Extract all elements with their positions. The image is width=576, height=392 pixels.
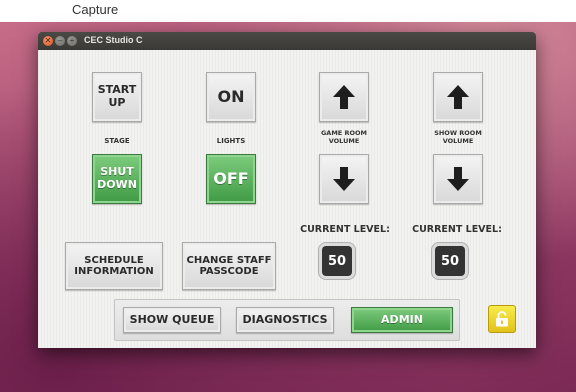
stage-label: STAGE: [104, 137, 130, 145]
arrow-down-icon: [447, 167, 469, 191]
maximize-icon: +: [69, 36, 75, 45]
arrow-up-icon: [333, 85, 355, 109]
lock-button[interactable]: [488, 305, 516, 333]
minimize-icon: –: [57, 36, 63, 45]
maximize-window-button[interactable]: +: [67, 36, 77, 46]
diagnostics-button[interactable]: DIAGNOSTICS: [236, 307, 334, 333]
close-window-button[interactable]: ✕: [43, 36, 53, 46]
arrow-down-icon: [333, 167, 355, 191]
lights-on-button[interactable]: ON: [206, 72, 256, 122]
show-room-current-level-label: CURRENT LEVEL:: [412, 224, 502, 235]
show-room-volume-label: SHOW ROOM VOLUME: [434, 129, 482, 145]
show-room-current-level-value: 50: [435, 246, 465, 276]
show-room-volume-up-button[interactable]: [433, 72, 483, 122]
show-room-volume-down-button[interactable]: [433, 154, 483, 204]
show-queue-button[interactable]: SHOW QUEUE: [123, 307, 221, 333]
top-strip-label: Capture: [72, 2, 119, 17]
game-room-volume-label: GAME ROOM VOLUME: [320, 129, 368, 145]
lights-label: LIGHTS: [216, 137, 246, 145]
navigation-panel: SHOW QUEUE DIAGNOSTICS ADMIN: [114, 299, 460, 341]
lights-off-button[interactable]: OFF: [206, 154, 256, 204]
arrow-up-icon: [447, 85, 469, 109]
stage-start-up-button[interactable]: START UP: [92, 72, 142, 122]
admin-button[interactable]: ADMIN: [351, 307, 453, 333]
control-panel: START UP STAGE SHUT DOWN ON LIGHTS OFF G…: [38, 50, 536, 348]
schedule-information-button[interactable]: SCHEDULE INFORMATION: [65, 242, 163, 290]
app-window: ✕ – + CEC Studio C START UP STAGE SHUT D…: [38, 32, 536, 348]
change-staff-passcode-button[interactable]: CHANGE STAFF PASSCODE: [182, 242, 276, 290]
close-icon: ✕: [44, 36, 52, 45]
game-room-volume-down-button[interactable]: [319, 154, 369, 204]
game-room-volume-up-button[interactable]: [319, 72, 369, 122]
unlocked-padlock-icon: [496, 311, 508, 327]
game-room-current-level-label: CURRENT LEVEL:: [300, 224, 390, 235]
top-strip: Capture: [0, 0, 576, 22]
game-room-current-level-value: 50: [322, 246, 352, 276]
title-bar: ✕ – + CEC Studio C: [38, 32, 536, 50]
window-title: CEC Studio C: [84, 35, 143, 45]
minimize-window-button[interactable]: –: [55, 36, 65, 46]
stage-shut-down-button[interactable]: SHUT DOWN: [92, 154, 142, 204]
